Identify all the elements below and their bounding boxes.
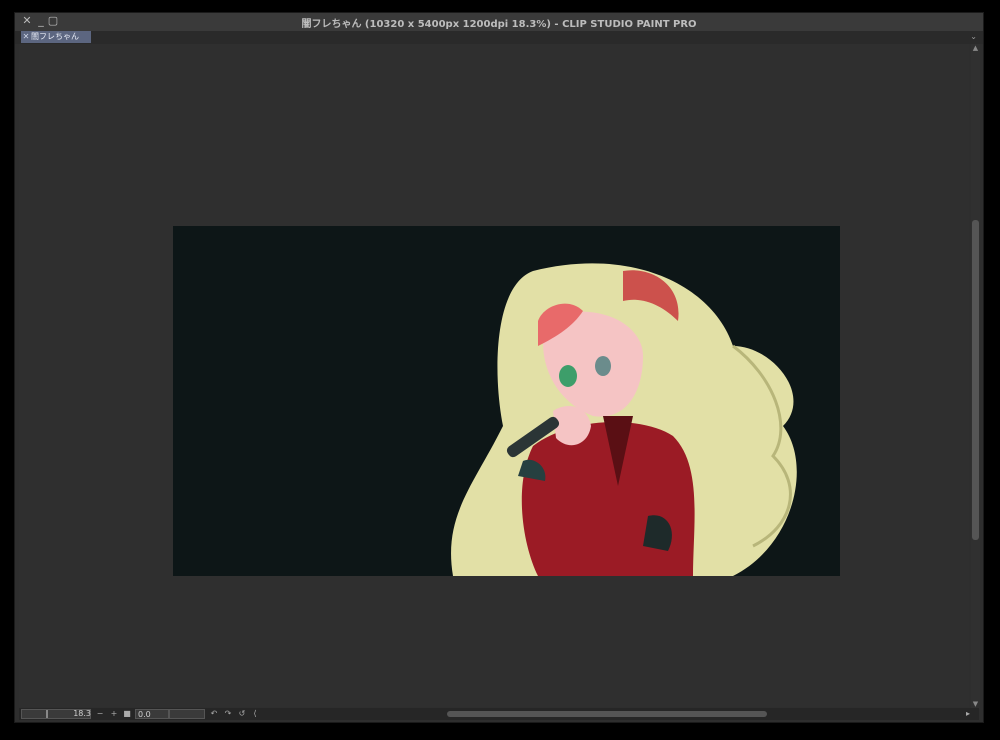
artwork-canvas[interactable] xyxy=(173,226,840,576)
rotate-right-button[interactable]: ↷ xyxy=(223,709,233,719)
rotate-left-button[interactable]: ↶ xyxy=(209,709,219,719)
title-bar[interactable]: ✕ _ ▢ 闇フレちゃん (10320 x 5400px 1200dpi 18.… xyxy=(15,13,983,31)
horizontal-scroll-thumb[interactable] xyxy=(447,711,767,717)
vertical-scroll-thumb[interactable] xyxy=(972,220,979,540)
vertical-scrollbar[interactable]: ▲ ▼ xyxy=(971,44,980,709)
rotation-angle-field[interactable]: 0.0 xyxy=(135,709,169,719)
zoom-in-button[interactable]: + xyxy=(109,709,119,719)
zoom-out-button[interactable]: − xyxy=(95,709,105,719)
scroll-right-icon[interactable]: ▸ xyxy=(963,709,973,719)
document-tab[interactable]: ✕ 闇フレちゃん xyxy=(21,31,91,43)
canvas-window: ✕ _ ▢ 闇フレちゃん (10320 x 5400px 1200dpi 18.… xyxy=(14,12,984,723)
artwork-illustration xyxy=(451,263,797,576)
reset-rotation-button[interactable]: ↺ xyxy=(237,709,247,719)
zoom-value[interactable]: 18.3 xyxy=(71,709,91,719)
flip-button[interactable]: ⟨ xyxy=(250,709,260,719)
navigator-status-bar: 18.3 − + ■ 0.0 ↶ ↷ ↺ ⟨ ▸ xyxy=(19,708,979,720)
scroll-up-icon[interactable]: ▲ xyxy=(971,44,980,53)
fit-to-screen-button[interactable]: ■ xyxy=(122,709,132,719)
window-title: 闇フレちゃん (10320 x 5400px 1200dpi 18.3%) - … xyxy=(301,19,697,30)
tab-label: 闇フレちゃん xyxy=(31,32,79,41)
tab-close-icon[interactable]: ✕ xyxy=(21,31,31,43)
document-tab-bar: ✕ 闇フレちゃん ⌄ xyxy=(15,31,983,44)
rotation-slider[interactable] xyxy=(169,709,205,719)
tab-menu-icon[interactable]: ⌄ xyxy=(970,31,977,43)
canvas-area[interactable] xyxy=(19,44,969,707)
zoom-slider-knob[interactable] xyxy=(46,710,48,718)
